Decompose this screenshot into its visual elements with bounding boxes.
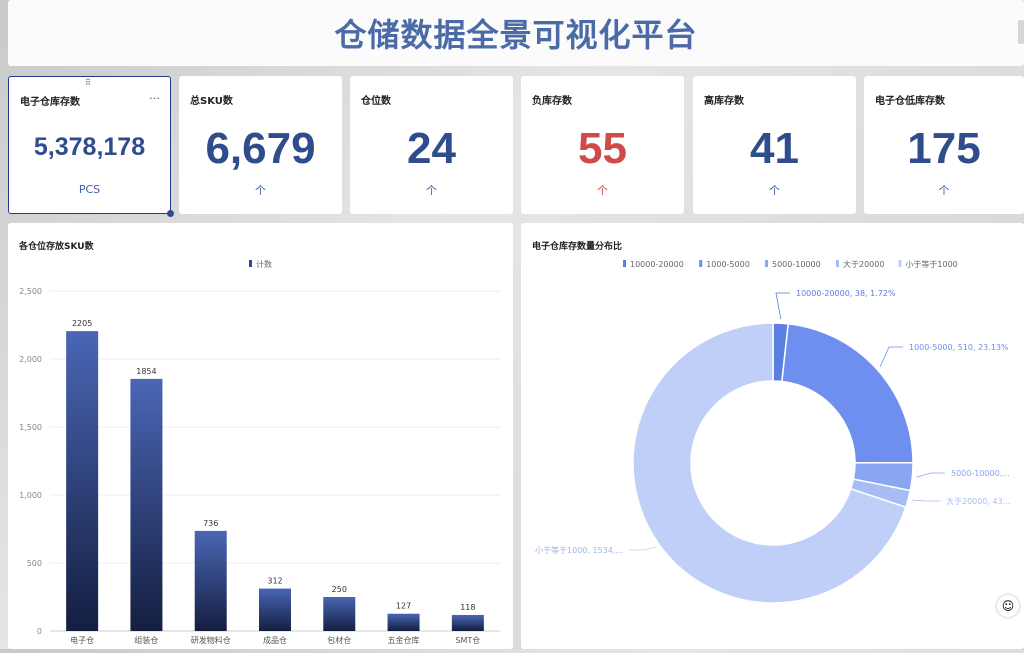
y-tick-label: 2,500: [19, 287, 42, 296]
kpi-value: 5,378,178: [33, 133, 146, 161]
legend-label: 小于等于1000: [905, 259, 957, 269]
label-leader-line: [916, 472, 945, 478]
kpi-card-location-count[interactable]: 仓位数 24 个: [350, 76, 513, 214]
data-label: 2205: [72, 319, 92, 328]
legend-marker: [898, 260, 902, 267]
x-tick-label: 电子仓: [70, 635, 94, 645]
bar: [130, 378, 163, 631]
legend-label: 10000-20000: [630, 260, 684, 269]
kpi-title: 高库存数: [704, 96, 744, 107]
kpi-card-negative-stock[interactable]: 负库存数 55 个: [521, 76, 684, 214]
y-tick-label: 1,000: [19, 491, 42, 500]
legend-marker: [249, 260, 252, 267]
y-tick-label: 500: [27, 559, 42, 568]
legend-label: 大于20000: [843, 259, 884, 269]
legend-marker: [699, 260, 703, 267]
kpi-card-total-sku[interactable]: 总SKU数 6,679 个: [179, 76, 342, 214]
legend-label: 5000-10000: [772, 260, 821, 269]
data-label: 250: [332, 585, 347, 594]
data-label: 1854: [136, 367, 156, 376]
x-tick-label: SMT仓: [455, 635, 480, 645]
kpi-card-high-stock[interactable]: 高库存数 41 个: [693, 76, 856, 214]
bar-chart: 计数 0 500 1,000 1,500 2,000 2,500 2205 电子仓 1854 组装仓…: [19, 259, 500, 645]
legend-label: 1000-5000: [706, 260, 750, 269]
kpi-card-low-stock[interactable]: 电子仓低库存数 175 个: [864, 76, 1024, 214]
bar: [323, 597, 356, 631]
bar: [259, 588, 291, 631]
x-tick-label: 研发物料仓: [191, 635, 231, 645]
legend-marker: [765, 260, 768, 267]
bar-chart-panel: 各仓位存放SKU数 计数 0 500 1,000 1,500 2,000 2,500 2205…: [8, 223, 513, 649]
assistant-icon[interactable]: ☺: [997, 595, 1019, 617]
donut-chart: 10000-20000 1000-5000 5000-10000 大于20000 小于等…: [535, 259, 1010, 604]
x-tick-label: 五金仓库: [388, 635, 420, 645]
kpi-value: 41: [750, 124, 799, 173]
legend-marker: [623, 260, 626, 267]
data-label: 736: [203, 519, 218, 528]
slice-label: 5000-10000,...: [951, 469, 1010, 478]
bar: [387, 613, 420, 631]
kpi-unit: 个: [426, 184, 437, 197]
x-tick-label: 成品仓: [263, 635, 287, 645]
scrollbar-thumb[interactable]: [1018, 20, 1024, 44]
kpi-value: 6,679: [205, 124, 316, 173]
bar: [66, 331, 99, 631]
kpi-value: 55: [578, 124, 627, 173]
label-leader-line: [629, 546, 657, 551]
kpi-title: 仓位数: [361, 96, 391, 107]
resize-handle[interactable]: [167, 210, 174, 217]
slice-label: 小于等于1000, 1534,...: [535, 545, 623, 555]
kpi-unit: PCS: [78, 183, 101, 196]
slice-label: 大于20000, 43...: [946, 496, 1010, 506]
x-tick-label: 包材仓: [327, 635, 351, 645]
y-tick-label: 1,500: [19, 423, 42, 432]
label-leader-line: [912, 499, 940, 502]
bar: [451, 614, 484, 631]
x-tick-label: 组装仓: [134, 635, 158, 645]
donut-chart-panel: 电子仓库存数量分布比 10000-20000 1000-5000 5000-1000…: [521, 223, 1024, 649]
legend-marker: [836, 260, 839, 267]
kpi-title: 电子仓低库存数: [875, 96, 945, 107]
kpi-unit: 个: [255, 184, 266, 197]
kpi-value: 24: [407, 124, 456, 173]
kpi-unit: 个: [769, 184, 780, 197]
chart-title: 各仓位存放SKU数: [19, 242, 94, 252]
data-label: 312: [267, 577, 282, 586]
page-title: 仓储数据全景可视化平台: [334, 16, 698, 54]
label-leader-line: [879, 346, 903, 367]
y-tick-label: 0: [37, 627, 42, 636]
kpi-title: 总SKU数: [190, 96, 233, 107]
kpi-value: 175: [907, 124, 981, 173]
kpi-title: 电子仓库存数: [20, 97, 80, 108]
y-tick-label: 2,000: [19, 355, 42, 364]
bar: [194, 530, 227, 631]
drag-handle-icon[interactable]: ⠿: [85, 78, 91, 87]
data-label: 118: [460, 603, 475, 612]
legend-label: 计数: [256, 259, 272, 269]
dashboard-header: 仓储数据全景可视化平台: [8, 0, 1024, 66]
slice-label: 10000-20000, 38, 1.72%: [796, 289, 896, 298]
data-label: 127: [396, 602, 411, 611]
donut-slice: [781, 322, 914, 464]
kpi-unit: 个: [597, 184, 608, 197]
kpi-title: 负库存数: [532, 96, 572, 107]
slice-label: 1000-5000, 510, 23.13%: [909, 343, 1009, 352]
chart-title: 电子仓库存数量分布比: [532, 242, 623, 252]
label-leader-line: [775, 292, 790, 320]
kpi-card-electronic-stock[interactable]: ⠿ 电子仓库存数 … 5,378,178 PCS: [8, 76, 174, 217]
more-icon[interactable]: …: [149, 89, 161, 102]
kpi-unit: 个: [938, 184, 950, 197]
